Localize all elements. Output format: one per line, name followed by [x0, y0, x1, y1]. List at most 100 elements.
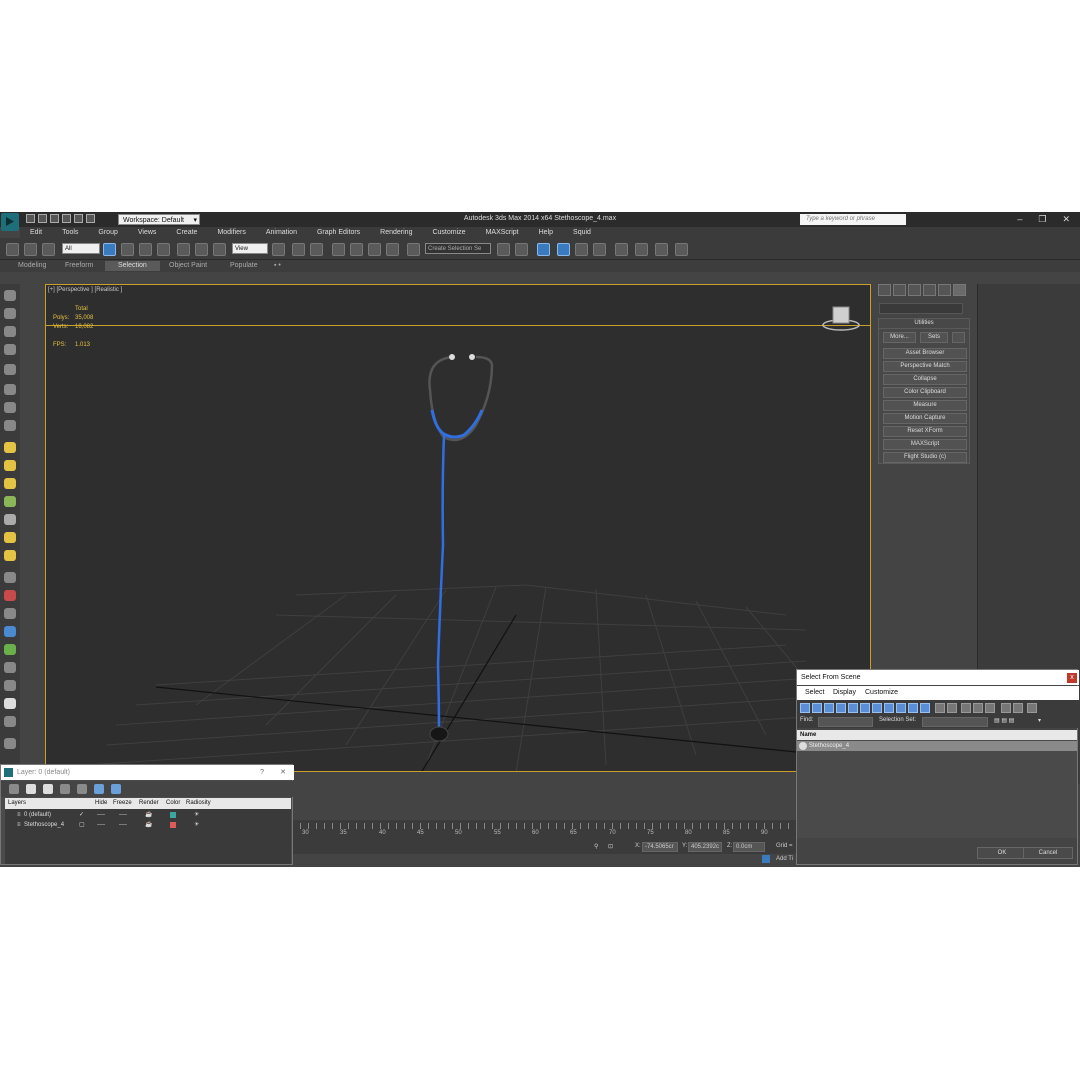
menu-customize[interactable]: Customize: [865, 689, 898, 696]
cancel-button[interactable]: Cancel: [1023, 847, 1073, 859]
align-icon[interactable]: [515, 243, 528, 256]
containers-filter-icon[interactable]: [908, 703, 918, 713]
selection-set-dropdown[interactable]: [922, 717, 988, 727]
rect-selection-icon[interactable]: [139, 243, 152, 256]
character-icon[interactable]: [4, 680, 16, 691]
bind-space-warp-icon[interactable]: [42, 243, 55, 256]
layer-name[interactable]: Stethoscope_4: [24, 820, 64, 830]
graphite-toggle-icon[interactable]: [575, 243, 588, 256]
lights-filter-icon[interactable]: [824, 703, 834, 713]
reset-xform-button[interactable]: Reset XForm: [883, 426, 967, 437]
col-hide[interactable]: Hide: [95, 798, 107, 809]
menu-create[interactable]: Create: [166, 227, 207, 238]
table-row[interactable]: ≡ 0 (default) ✓ ---- ---- ☕ ☀: [5, 810, 291, 820]
layer-manager-icon[interactable]: [557, 243, 570, 256]
find-input[interactable]: [818, 717, 873, 727]
box-icon[interactable]: [4, 308, 16, 319]
z-coordinate-field[interactable]: 0.0cm: [733, 842, 765, 852]
menu-views[interactable]: Views: [128, 227, 167, 238]
layer-explorer-icon[interactable]: [537, 243, 550, 256]
color-clipboard-button[interactable]: Color Clipboard: [883, 387, 967, 398]
shapes-filter-icon[interactable]: [812, 703, 822, 713]
filter-funnel-icon[interactable]: [1001, 703, 1011, 713]
spinner-snap-icon[interactable]: [386, 243, 399, 256]
snaps-toggle-icon[interactable]: [332, 243, 345, 256]
chevron-down-icon[interactable]: ▾: [1038, 717, 1041, 724]
maximize-button[interactable]: ❐: [1038, 214, 1046, 225]
hide-all-layers-icon[interactable]: [94, 784, 104, 794]
cameras-filter-icon[interactable]: [836, 703, 846, 713]
groups-filter-icon[interactable]: [872, 703, 882, 713]
add-time-tag[interactable]: Add Ti: [776, 856, 793, 862]
perspective-viewport[interactable]: [+] [Perspective ] [Realistic ] Total Po…: [45, 284, 871, 772]
select-manipulate-icon[interactable]: [292, 243, 305, 256]
curve-editor-icon[interactable]: [593, 243, 606, 256]
named-selection-set-dropdown[interactable]: Create Selection Se: [425, 243, 491, 254]
select-object-icon[interactable]: [103, 243, 116, 256]
ribbon-options[interactable]: ▪ •: [274, 261, 281, 271]
menu-maxscript[interactable]: MAXScript: [476, 227, 529, 238]
freeze-toggle[interactable]: ----: [119, 820, 127, 830]
menu-group[interactable]: Group: [88, 227, 127, 238]
helpers-filter-icon[interactable]: [848, 703, 858, 713]
menu-display[interactable]: Display: [833, 689, 856, 696]
compound-icon[interactable]: [4, 716, 16, 727]
active-layer-check[interactable]: ▢: [79, 820, 85, 830]
absolute-mode-icon[interactable]: ⊡: [608, 843, 613, 850]
perspective-match-button[interactable]: Perspective Match: [883, 361, 967, 372]
reference-coord-dropdown[interactable]: View: [232, 243, 268, 254]
menu-graph-editors[interactable]: Graph Editors: [307, 227, 370, 238]
window-crossing-icon[interactable]: [157, 243, 170, 256]
layer-name[interactable]: 0 (default): [24, 810, 51, 820]
col-render[interactable]: Render: [139, 798, 159, 809]
foliage-icon[interactable]: [4, 644, 16, 655]
teapot-icon[interactable]: [4, 290, 16, 301]
selection-set-icons[interactable]: ▤ ▤ ▤: [994, 717, 1014, 724]
script-icon[interactable]: [4, 738, 16, 749]
sets-button[interactable]: Sets: [920, 332, 948, 343]
angle-snap-icon[interactable]: [350, 243, 363, 256]
app-logo-icon[interactable]: [1, 213, 19, 231]
camera-icon[interactable]: [4, 384, 16, 395]
cone-icon[interactable]: [4, 514, 16, 525]
cylinder-icon[interactable]: [4, 326, 16, 337]
sun-icon[interactable]: [4, 532, 16, 543]
y-coordinate-field[interactable]: 405.2392c: [688, 842, 722, 852]
rotate-icon[interactable]: [195, 243, 208, 256]
render-teapot-icon[interactable]: [675, 243, 688, 256]
menu-rendering[interactable]: Rendering: [370, 227, 422, 238]
menu-select[interactable]: Select: [805, 689, 824, 696]
close-button[interactable]: ✕: [280, 765, 286, 780]
select-all-icon[interactable]: [947, 703, 957, 713]
menu-help[interactable]: Help: [529, 227, 563, 238]
render-teapot-icon[interactable]: ☕: [145, 820, 152, 830]
motion-tab-icon[interactable]: [923, 284, 936, 296]
display-children-icon[interactable]: [985, 703, 995, 713]
col-color[interactable]: Color: [166, 798, 180, 809]
utilities-tab-icon[interactable]: [953, 284, 966, 296]
tube-icon[interactable]: [4, 496, 16, 507]
spacewarp-icon[interactable]: [4, 420, 16, 431]
hierarchy-tab-icon[interactable]: [908, 284, 921, 296]
select-invert-icon[interactable]: [973, 703, 983, 713]
geometry-filter-icon[interactable]: [800, 703, 810, 713]
utilities-header[interactable]: Utilities: [879, 319, 969, 329]
spacewarps-filter-icon[interactable]: [860, 703, 870, 713]
tab-selection[interactable]: Selection: [105, 261, 160, 271]
unlink-icon[interactable]: [24, 243, 37, 256]
sort-icon[interactable]: [1013, 703, 1023, 713]
wall-icon[interactable]: [4, 662, 16, 673]
flight-studio-button[interactable]: Flight Studio (c): [883, 452, 967, 463]
tab-modeling[interactable]: Modeling: [18, 261, 46, 271]
menu-customize[interactable]: Customize: [422, 227, 475, 238]
more-button[interactable]: More...: [883, 332, 916, 343]
create-tab-icon[interactable]: [878, 284, 891, 296]
collapse-button[interactable]: Collapse: [883, 374, 967, 385]
radiosity-icon[interactable]: ☀: [194, 820, 199, 830]
scale-icon[interactable]: [213, 243, 226, 256]
edit-named-selection-icon[interactable]: [407, 243, 420, 256]
render-setup-icon[interactable]: [655, 243, 668, 256]
table-row[interactable]: ≡ Stethoscope_4 ▢ ---- ---- ☕ ☀: [5, 820, 291, 830]
active-layer-check[interactable]: ✓: [79, 810, 84, 820]
mirror-icon[interactable]: [497, 243, 510, 256]
